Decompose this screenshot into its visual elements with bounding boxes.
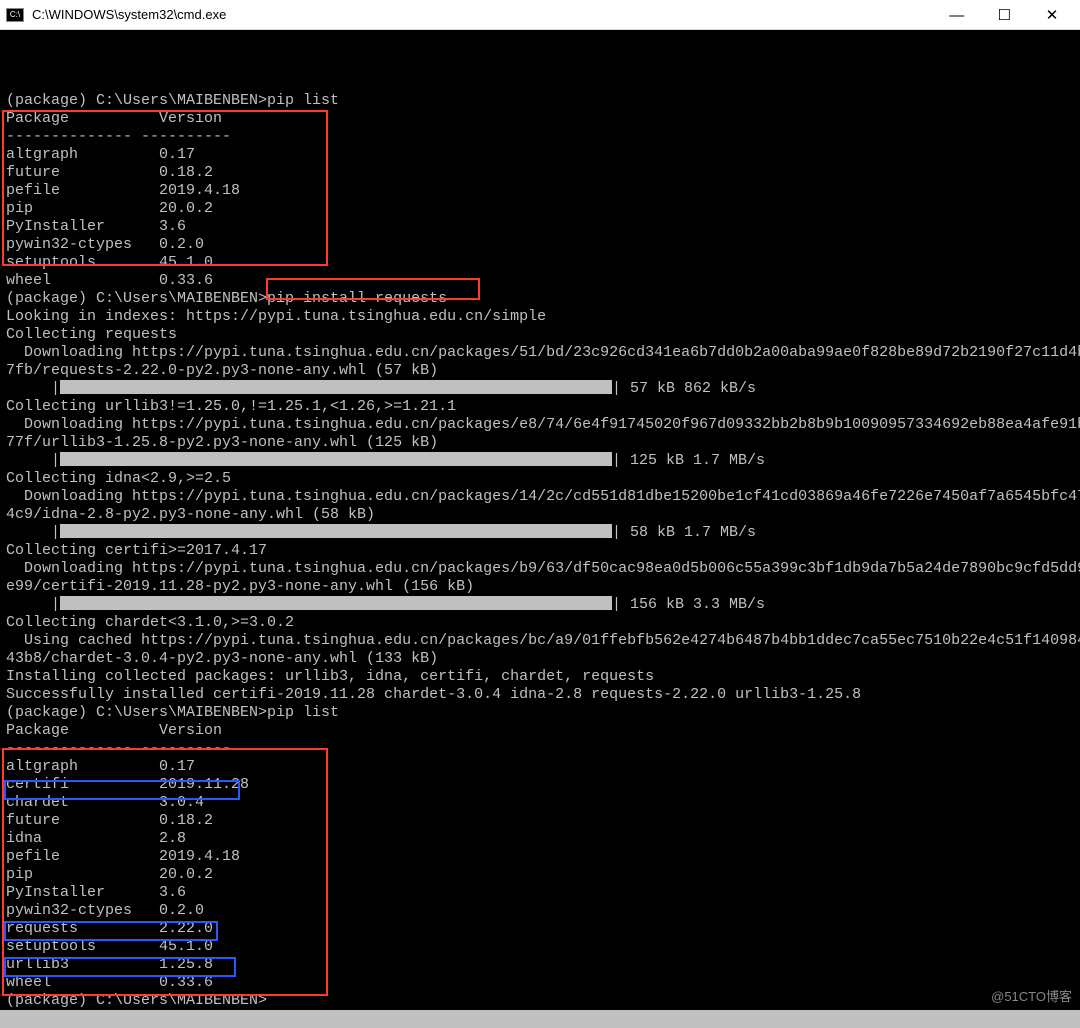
terminal-line: 77f/urllib3-1.25.8-py2.py3-none-any.whl …: [6, 434, 1078, 452]
close-button[interactable]: ✕: [1030, 6, 1074, 24]
table-row: altgraph 0.17: [6, 758, 1078, 776]
table-header: PackageVersion: [6, 722, 1078, 740]
terminal-line: 4c9/idna-2.8-py2.py3-none-any.whl (58 kB…: [6, 506, 1078, 524]
table-row: future 0.18.2: [6, 164, 1078, 182]
terminal-line: Looking in indexes: https://pypi.tuna.ts…: [6, 308, 1078, 326]
table-row: altgraph 0.17: [6, 146, 1078, 164]
maximize-button[interactable]: ☐: [982, 6, 1026, 24]
table-header: PackageVersion: [6, 110, 1078, 128]
table-row: wheel 0.33.6: [6, 974, 1078, 992]
terminal-line: Using cached https://pypi.tuna.tsinghua.…: [6, 632, 1078, 650]
table-row: urllib3 1.25.8: [6, 956, 1078, 974]
table-row: wheel 0.33.6: [6, 272, 1078, 290]
terminal-line: Collecting certifi>=2017.4.17: [6, 542, 1078, 560]
terminal-line: Downloading https://pypi.tuna.tsinghua.e…: [6, 488, 1078, 506]
progress-bar: || 57 kB 862 kB/s: [6, 380, 1078, 398]
terminal-line: Downloading https://pypi.tuna.tsinghua.e…: [6, 560, 1078, 578]
terminal-line: Collecting chardet<3.1.0,>=3.0.2: [6, 614, 1078, 632]
terminal-viewport[interactable]: (package) C:\Users\MAIBENBEN>pip listPac…: [0, 30, 1080, 1010]
table-row: pefile 2019.4.18: [6, 848, 1078, 866]
cmd-icon: C:\: [6, 8, 24, 22]
progress-bar: || 58 kB 1.7 MB/s: [6, 524, 1078, 542]
terminal-line: (package) C:\Users\MAIBENBEN>pip install…: [6, 290, 1078, 308]
terminal-line: e99/certifi-2019.11.28-py2.py3-none-any.…: [6, 578, 1078, 596]
terminal-line: Collecting requests: [6, 326, 1078, 344]
minimize-button[interactable]: —: [935, 7, 979, 24]
terminal-line: (package) C:\Users\MAIBENBEN>pip list: [6, 704, 1078, 722]
progress-bar: || 156 kB 3.3 MB/s: [6, 596, 1078, 614]
table-row: pip 20.0.2: [6, 866, 1078, 884]
terminal-line: Collecting idna<2.9,>=2.5: [6, 470, 1078, 488]
terminal-line: Successfully installed certifi-2019.11.2…: [6, 686, 1078, 704]
table-row: setuptools 45.1.0: [6, 938, 1078, 956]
table-row: pywin32-ctypes 0.2.0: [6, 902, 1078, 920]
table-row: chardet 3.0.4: [6, 794, 1078, 812]
terminal-line: Downloading https://pypi.tuna.tsinghua.e…: [6, 344, 1078, 362]
table-row: pip 20.0.2: [6, 200, 1078, 218]
table-row: pywin32-ctypes 0.2.0: [6, 236, 1078, 254]
terminal-line: 43b8/chardet-3.0.4-py2.py3-none-any.whl …: [6, 650, 1078, 668]
table-row: future 0.18.2: [6, 812, 1078, 830]
terminal-line: Installing collected packages: urllib3, …: [6, 668, 1078, 686]
window-title: C:\WINDOWS\system32\cmd.exe: [32, 7, 226, 22]
terminal-line: (package) C:\Users\MAIBENBEN>: [6, 992, 1078, 1010]
terminal-line: 7fb/requests-2.22.0-py2.py3-none-any.whl…: [6, 362, 1078, 380]
table-row: PyInstaller 3.6: [6, 218, 1078, 236]
terminal-line: -------------- ----------: [6, 128, 1078, 146]
terminal-line: (package) C:\Users\MAIBENBEN>pip list: [6, 92, 1078, 110]
window-controls: — ☐ ✕: [935, 6, 1074, 24]
table-row: requests 2.22.0: [6, 920, 1078, 938]
window-title-bar: C:\ C:\WINDOWS\system32\cmd.exe — ☐ ✕: [0, 0, 1080, 30]
terminal-line: -------------- ----------: [6, 740, 1078, 758]
table-row: pefile 2019.4.18: [6, 182, 1078, 200]
progress-bar: || 125 kB 1.7 MB/s: [6, 452, 1078, 470]
table-row: certifi 2019.11.28: [6, 776, 1078, 794]
table-row: PyInstaller 3.6: [6, 884, 1078, 902]
table-row: setuptools 45.1.0: [6, 254, 1078, 272]
terminal-line: Downloading https://pypi.tuna.tsinghua.e…: [6, 416, 1078, 434]
terminal-line: Collecting urllib3!=1.25.0,!=1.25.1,<1.2…: [6, 398, 1078, 416]
table-row: idna 2.8: [6, 830, 1078, 848]
watermark: @51CTO博客: [991, 988, 1072, 1006]
